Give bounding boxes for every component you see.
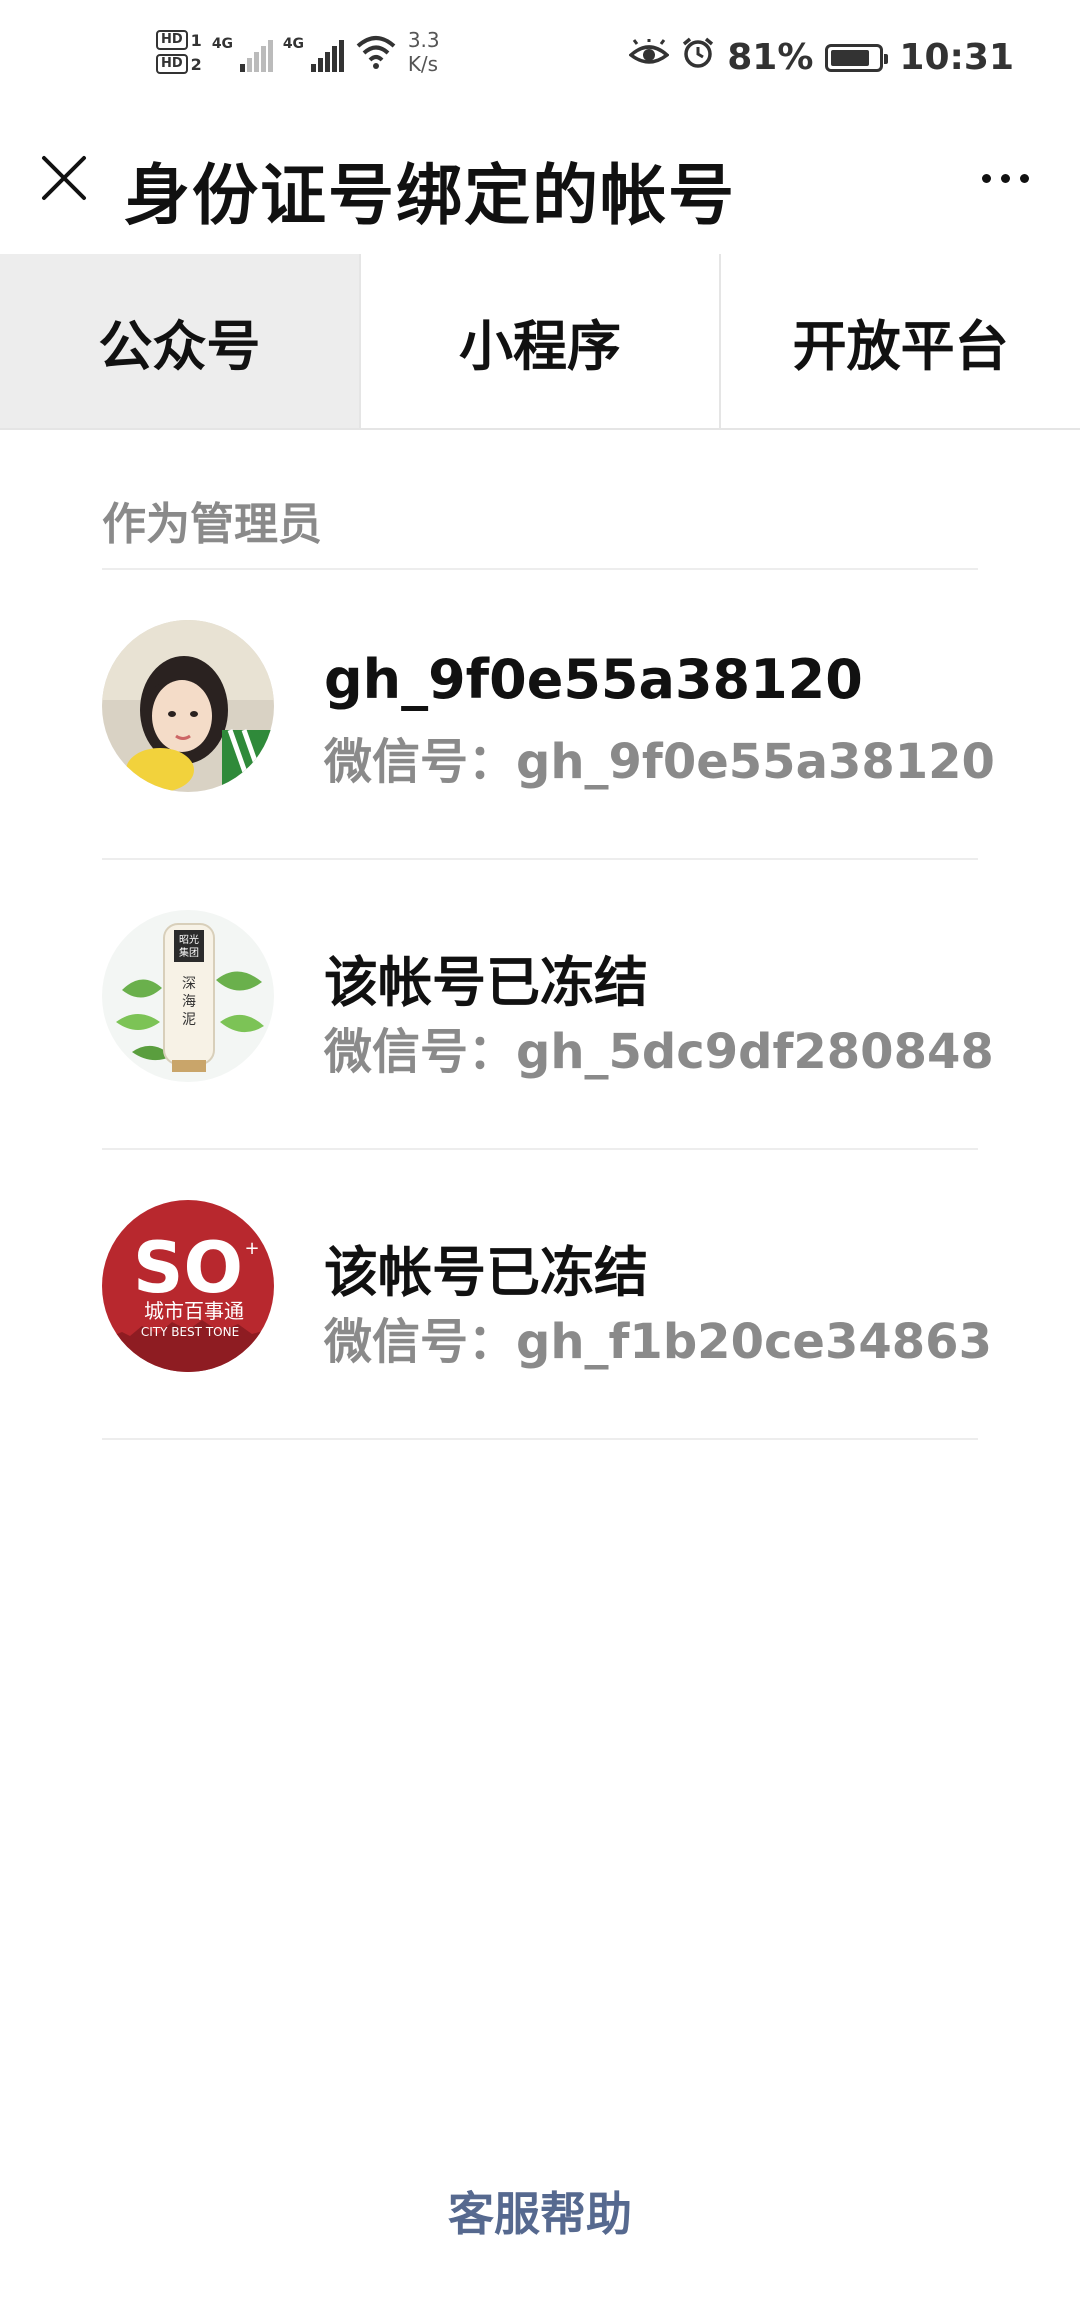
speed-value: 3.3: [407, 28, 440, 52]
battery-percent: 81%: [727, 37, 814, 78]
hd1-sub: 1: [190, 30, 202, 50]
more-dot-icon: [1019, 173, 1029, 183]
account-name: 该帐号已冻结: [324, 951, 648, 1014]
more-dot-icon: [1000, 173, 1010, 183]
account-name: gh_9f0e55a38120: [324, 648, 863, 711]
page-header: 身份证号绑定的帐号: [0, 120, 1080, 254]
net2-label: 4G: [282, 36, 305, 52]
network-speed: 3.3 K/s: [408, 28, 440, 76]
account-wechat-id: 微信号：gh_9f0e55a38120: [324, 734, 995, 790]
close-button[interactable]: [36, 150, 92, 206]
eye-comfort-icon: [628, 37, 670, 78]
product-tube-text-2: 海: [182, 994, 196, 1010]
hd2-label: HD: [156, 54, 188, 74]
page-title: 身份证号绑定的帐号: [124, 157, 736, 234]
status-right: 81% 10:31: [628, 36, 1014, 79]
tab-mini-programs[interactable]: 小程序: [361, 254, 722, 428]
tab-official-accounts[interactable]: 公众号: [0, 254, 361, 428]
account-wechat-id: 微信号：gh_5dc9df280848: [324, 1024, 994, 1080]
customer-service-help-link[interactable]: 客服帮助: [0, 2178, 1080, 2244]
account-wechat-id: 微信号：gh_f1b20ce34863: [324, 1314, 992, 1370]
section-label-admin: 作为管理员: [102, 499, 322, 550]
avatar-girl: [102, 620, 274, 792]
tab-open-platform[interactable]: 开放平台: [721, 254, 1080, 428]
hd1-indicator: HD 1: [156, 30, 202, 50]
speed-unit: K/s: [407, 52, 439, 76]
hd2-sub: 2: [190, 54, 202, 74]
account-list-item[interactable]: 昭光 集团 深 海 泥 该帐号已冻结 微信号：gh_5dc9df280848: [102, 860, 994, 1148]
status-left: HD 1 HD 2 4G 4G 3.3 K/s: [156, 28, 440, 76]
net1-label: 4G: [211, 36, 234, 52]
hd1-label: HD: [156, 30, 188, 50]
more-dot-icon: [981, 173, 991, 183]
logo-cn-text: 城市百事通: [144, 1299, 244, 1323]
account-list-item[interactable]: gh_9f0e55a38120 微信号：gh_9f0e55a38120: [102, 570, 995, 858]
status-bar: HD 1 HD 2 4G 4G 3.3 K/s 81% 10:31: [0, 0, 1080, 120]
hd-indicators: HD 1 HD 2: [156, 30, 202, 74]
product-box-text-1: 昭光: [179, 933, 199, 946]
product-tube-text-1: 深: [182, 976, 196, 992]
battery-fill: [831, 49, 869, 66]
battery-icon: [825, 43, 889, 72]
product-box-text-2: 集团: [179, 946, 199, 959]
logo-plus: +: [244, 1238, 259, 1259]
avatar-city-logo: SO + 城市百事通 CITY BEST TONE: [102, 1200, 274, 1372]
logo-big-text: SO: [133, 1227, 243, 1309]
logo-en-text: CITY BEST TONE: [141, 1325, 239, 1339]
clock-time: 10:31: [899, 37, 1014, 78]
more-options-button[interactable]: [970, 150, 1040, 206]
account-list-item[interactable]: SO + 城市百事通 CITY BEST TONE 该帐号已冻结 微信号：gh_…: [102, 1150, 992, 1438]
signal-2-icon: 4G: [283, 32, 344, 72]
divider: [102, 1438, 978, 1440]
tab-bar: 公众号 小程序 开放平台: [0, 254, 1080, 430]
hd2-indicator: HD 2: [156, 54, 202, 74]
account-name: 该帐号已冻结: [324, 1241, 648, 1304]
close-icon: [42, 156, 86, 200]
wifi-icon: [354, 32, 398, 72]
product-tube-text-3: 泥: [182, 1012, 196, 1028]
signal-1-icon: 4G: [212, 32, 273, 72]
avatar-product: 昭光 集团 深 海 泥: [102, 910, 274, 1082]
alarm-icon: [681, 36, 715, 79]
